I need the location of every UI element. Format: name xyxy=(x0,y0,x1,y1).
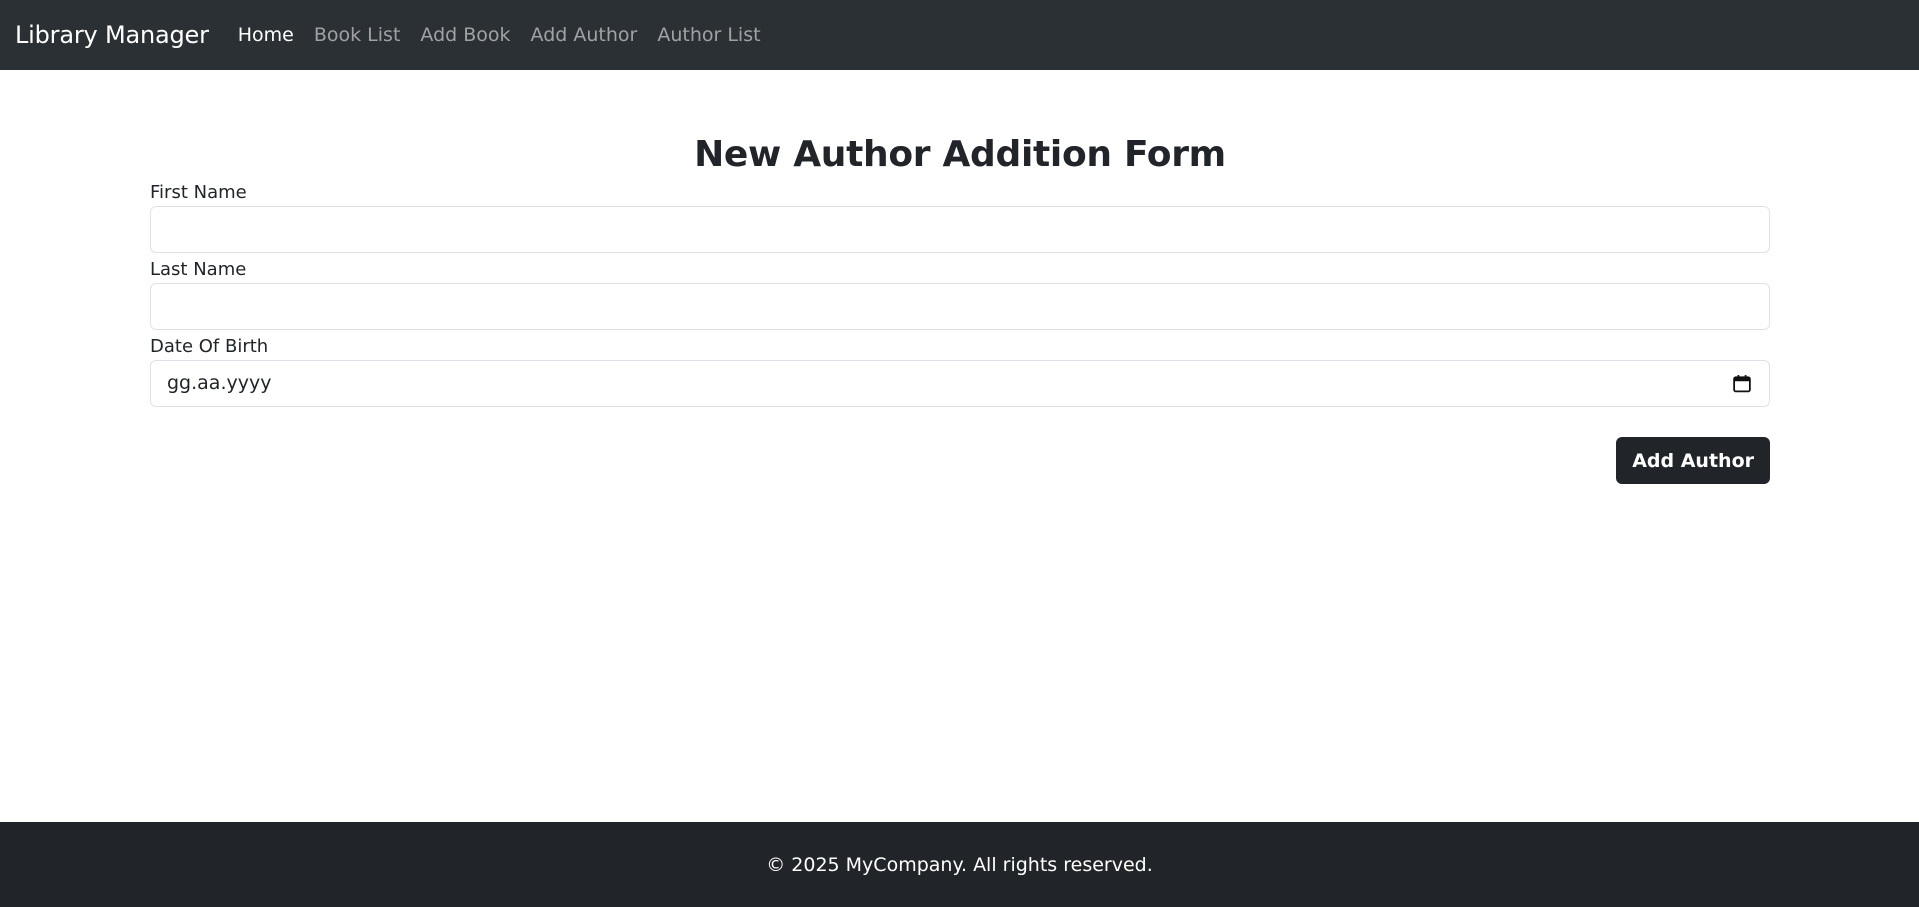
date-of-birth-value: gg.aa.yyyy xyxy=(167,372,272,394)
nav-link-add-book[interactable]: Add Book xyxy=(420,24,510,46)
calendar-icon[interactable] xyxy=(1733,374,1751,393)
nav-link-home[interactable]: Home xyxy=(238,24,294,46)
date-of-birth-field[interactable]: gg.aa.yyyy xyxy=(150,360,1770,407)
first-name-label: First Name xyxy=(150,182,247,203)
page-title: New Author Addition Form xyxy=(694,134,1226,175)
nav-links: Home Book List Add Book Add Author Autho… xyxy=(238,24,781,46)
date-of-birth-label: Date Of Birth xyxy=(150,336,269,357)
top-navbar: Library Manager Home Book List Add Book … xyxy=(0,0,1919,70)
last-name-label: Last Name xyxy=(150,259,247,280)
form-actions: Add Author xyxy=(150,437,1770,484)
last-name-field[interactable] xyxy=(150,283,1770,330)
add-author-button[interactable]: Add Author xyxy=(1616,437,1770,484)
brand-link[interactable]: Library Manager xyxy=(15,21,209,49)
nav-link-author-list[interactable]: Author List xyxy=(657,24,760,46)
main-content: New Author Addition Form First Name Last… xyxy=(150,70,1770,484)
footer: © 2025 MyCompany. All rights reserved. xyxy=(0,822,1919,907)
nav-link-add-author[interactable]: Add Author xyxy=(531,24,638,46)
footer-text: © 2025 MyCompany. All rights reserved. xyxy=(766,853,1153,876)
first-name-field[interactable] xyxy=(150,206,1770,253)
nav-link-book-list[interactable]: Book List xyxy=(314,24,401,46)
